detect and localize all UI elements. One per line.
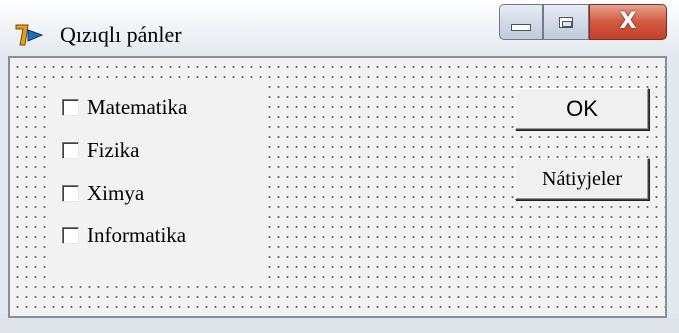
checkbox[interactable] xyxy=(62,184,79,202)
checklist-item-label: Ximya xyxy=(87,180,145,205)
maximize-button[interactable] xyxy=(543,4,589,40)
close-icon: X xyxy=(619,9,637,34)
checkbox[interactable] xyxy=(62,98,79,116)
checklist-item-label: Informatika xyxy=(87,222,187,247)
checklist-item-fizika[interactable]: Fizika xyxy=(62,135,140,165)
checklist-item-label: Fizika xyxy=(87,137,140,162)
window-bottom-edge xyxy=(0,318,679,333)
minimize-button[interactable] xyxy=(499,4,543,40)
subjects-checklist: Matematika Fizika Ximya Informatika xyxy=(48,78,268,286)
checklist-item-label: Matematika xyxy=(87,94,188,119)
checklist-item-matematika[interactable]: Matematika xyxy=(62,92,187,122)
title-bar[interactable]: Qızıqlı pánler X xyxy=(0,0,679,56)
checklist-item-informatika[interactable]: Informatika xyxy=(62,220,186,250)
application-window: Qızıqlı pánler X Matematika Fizika Ximya xyxy=(0,0,679,333)
form-client-area: Matematika Fizika Ximya Informatika OK N… xyxy=(8,56,667,318)
checkbox[interactable] xyxy=(62,141,79,159)
results-button[interactable]: Nátiyjeler xyxy=(515,158,649,200)
minimize-icon xyxy=(511,23,531,31)
close-button[interactable]: X xyxy=(589,4,667,40)
delphi-app-icon xyxy=(15,24,44,46)
ok-button[interactable]: OK xyxy=(515,88,649,130)
window-title: Qızıqlı pánler xyxy=(60,22,182,47)
checkbox[interactable] xyxy=(62,226,79,244)
maximize-icon xyxy=(559,16,573,28)
checklist-item-ximya[interactable]: Ximya xyxy=(62,178,144,208)
